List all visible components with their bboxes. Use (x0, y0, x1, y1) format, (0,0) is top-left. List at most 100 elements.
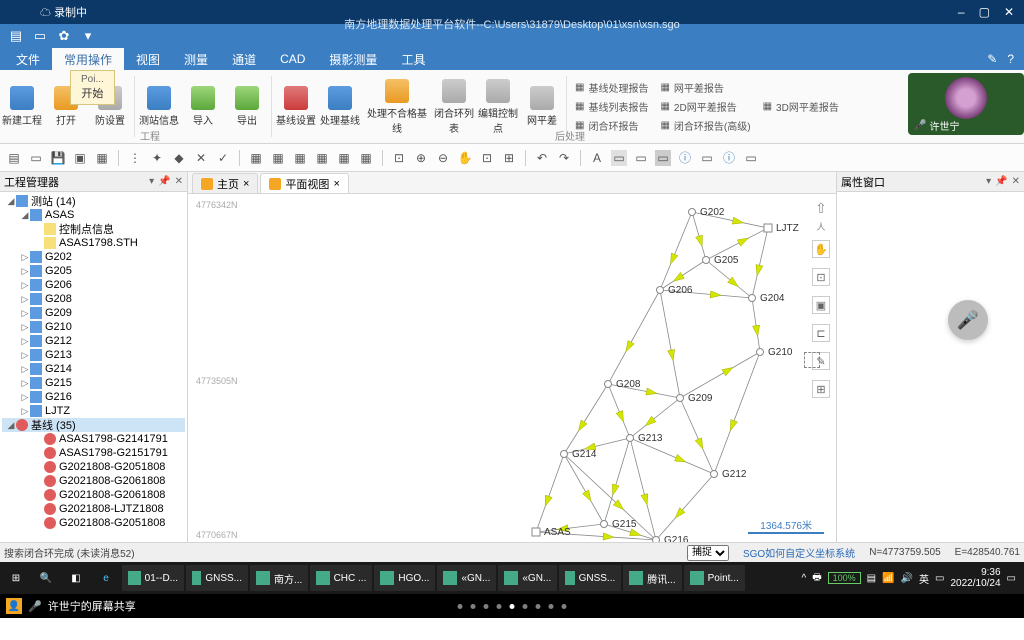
tab-close-icon[interactable]: × (243, 178, 249, 190)
tb-zoom-out[interactable]: ⊖ (435, 150, 451, 166)
start-button[interactable]: ⊞ (2, 565, 30, 591)
tree-row[interactable]: ▷G206 (2, 278, 185, 292)
report-2d-net[interactable]: ▦ 2D网平差报告 (660, 99, 750, 114)
tb-info[interactable]: ⓘ (677, 150, 693, 166)
tree-row[interactable]: ◢基线 (35) (2, 418, 185, 432)
search-button[interactable]: 🔍 (32, 565, 60, 591)
tb-8[interactable]: ◆ (171, 150, 187, 166)
tree-row[interactable]: ASAS1798.STH (2, 236, 185, 250)
qa-gear-icon[interactable]: ✿ (56, 28, 72, 44)
tb-6[interactable]: ⋮ (127, 150, 143, 166)
page-dots[interactable] (458, 604, 567, 609)
pin-icon[interactable]: 📌 (158, 176, 170, 187)
tab-close-icon[interactable]: × (333, 178, 339, 190)
panel-close[interactable]: ✕ (1012, 176, 1020, 187)
report-net-adj[interactable]: ▦ 网平差报告 (660, 80, 750, 95)
tree-row[interactable]: G2021808-G2061808 (2, 474, 185, 488)
tool-zoom-win[interactable]: ⊡ (812, 268, 830, 286)
qa-more-icon[interactable]: ▾ (80, 28, 96, 44)
tb-2[interactable]: ▭ (28, 150, 44, 166)
tree-row[interactable]: 控制点信息 (2, 222, 185, 236)
edge-button[interactable]: e (92, 565, 120, 591)
tb-1[interactable]: ▤ (6, 150, 22, 166)
tray-up[interactable]: ^ (801, 573, 806, 584)
tool-pan[interactable]: ✋ (812, 240, 830, 258)
menu-view[interactable]: 视图 (124, 48, 172, 71)
tb-13[interactable]: ▦ (292, 150, 308, 166)
tb-redo[interactable]: ↷ (556, 150, 572, 166)
tree-row[interactable]: ▷LJTZ (2, 404, 185, 418)
tb-10[interactable]: ✓ (215, 150, 231, 166)
snap-select[interactable]: 捕捉 (687, 545, 729, 561)
tb-14[interactable]: ▦ (314, 150, 330, 166)
tb-zoom-in[interactable]: ⊕ (413, 150, 429, 166)
taskbar-app[interactable]: 01--D... (122, 565, 184, 591)
tb-cursor[interactable]: ▭ (611, 150, 627, 166)
tree-row[interactable]: ▷G215 (2, 376, 185, 390)
help-link[interactable]: SGO如何自定义坐标系统 (743, 545, 855, 560)
tree-row[interactable]: G2021808-LJTZ1808 (2, 502, 185, 516)
menu-file[interactable]: 文件 (4, 48, 52, 71)
project-tree[interactable]: ◢测站 (14)◢ASAS控制点信息ASAS1798.STH▷G202▷G205… (0, 192, 187, 542)
tb-mode[interactable]: ▭ (655, 150, 671, 166)
taskbar-app[interactable]: HGO... (374, 565, 435, 591)
qa-doc-icon[interactable]: ▭ (32, 28, 48, 44)
tree-row[interactable]: ▷G205 (2, 264, 185, 278)
tb-9[interactable]: ✕ (193, 150, 209, 166)
panel-menu[interactable]: ▾ (986, 176, 991, 187)
lang-indicator[interactable]: 英 (919, 571, 929, 586)
floating-mic-button[interactable]: 🎤 (948, 300, 988, 340)
taskbar-app[interactable]: Point... (684, 565, 745, 591)
tree-row[interactable]: ◢ASAS (2, 208, 185, 222)
taskbar-app[interactable]: 南方... (250, 565, 308, 591)
taskbar-app[interactable]: GNSS... (559, 565, 621, 591)
menu-common[interactable]: 常用操作 (52, 48, 124, 71)
max-btn[interactable]: ▢ (979, 5, 990, 19)
menu-help[interactable]: ✎ ? (987, 52, 1024, 66)
tool-fit[interactable]: ▣ (812, 296, 830, 314)
min-btn[interactable]: – (958, 5, 965, 19)
tree-row[interactable]: ▷G212 (2, 334, 185, 348)
panel-close[interactable]: ✕ (175, 176, 183, 187)
taskbar-app[interactable]: GNSS... (186, 565, 248, 591)
tb-zoom-fit[interactable]: ⊡ (391, 150, 407, 166)
tb-close[interactable]: ▭ (743, 150, 759, 166)
process-baseline-button[interactable]: 处理基线 (318, 70, 362, 143)
tree-row[interactable]: ▷G208 (2, 292, 185, 306)
tree-row[interactable]: ▷G209 (2, 306, 185, 320)
tree-row[interactable]: ▷G202 (2, 250, 185, 264)
close-btn[interactable]: ✕ (1004, 5, 1014, 19)
tb-zoom-win[interactable]: ⊡ (479, 150, 495, 166)
tool-ortho[interactable]: ⊏ (812, 324, 830, 342)
tree-row[interactable]: ASAS1798-G2151791 (2, 446, 185, 460)
tb-15[interactable]: ▦ (336, 150, 352, 166)
tray-ime-icon[interactable]: ▭ (935, 573, 944, 584)
report-baseline-list[interactable]: ▦ 基线列表报告 (575, 99, 648, 114)
tb-5[interactable]: ▦ (94, 150, 110, 166)
notif-icon[interactable]: ▭ (1007, 573, 1016, 584)
panel-menu[interactable]: ▾ (149, 176, 154, 187)
tb-12[interactable]: ▦ (270, 150, 286, 166)
tab-plan-view[interactable]: 平面视图 × (260, 173, 348, 193)
tray-net-icon[interactable]: ▤ (867, 573, 876, 584)
tb-zoom-all[interactable]: ⊞ (501, 150, 517, 166)
tree-row[interactable]: ▷G210 (2, 320, 185, 334)
tb-7[interactable]: ✦ (149, 150, 165, 166)
battery-icon[interactable]: 100% (828, 572, 861, 584)
tray-printer-icon[interactable]: 🖶 (812, 570, 821, 587)
taskbar-app[interactable]: CHC ... (310, 565, 372, 591)
tree-row[interactable]: G2021808-G2061808 (2, 488, 185, 502)
taskbar-app[interactable]: «GN... (437, 565, 496, 591)
tree-row[interactable]: ◢测站 (14) (2, 194, 185, 208)
tb-pan[interactable]: ✋ (457, 150, 473, 166)
tb-sel[interactable]: ▭ (633, 150, 649, 166)
clock[interactable]: 9:362022/10/24 (950, 567, 1000, 589)
tree-row[interactable]: G2021808-G2051808 (2, 460, 185, 474)
tb-16[interactable]: ▦ (358, 150, 374, 166)
tb-text[interactable]: A (589, 150, 605, 166)
report-3d-net[interactable]: ▦ 3D网平差报告 (763, 99, 839, 114)
tb-11[interactable]: ▦ (248, 150, 264, 166)
tb-dd[interactable]: ▭ (699, 150, 715, 166)
taskbar-app[interactable]: «GN... (498, 565, 557, 591)
tree-row[interactable]: ▷G216 (2, 390, 185, 404)
